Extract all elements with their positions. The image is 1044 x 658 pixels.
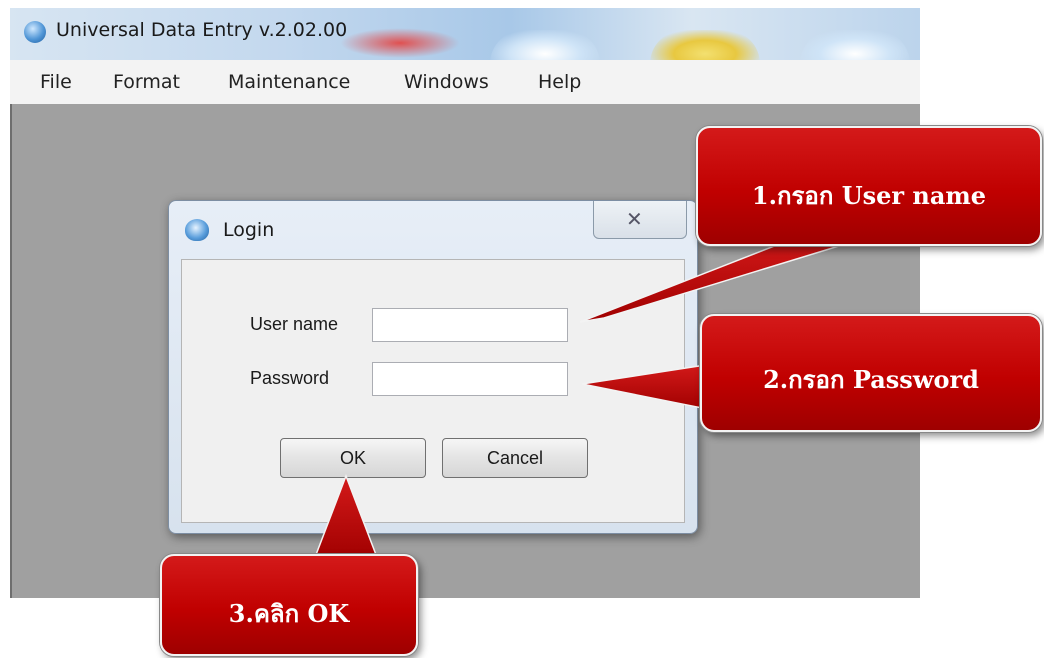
callout-step-3: 3.คลิก OK (160, 554, 418, 656)
callout-2-pointer (581, 363, 713, 411)
callout-step-3-text: 3.คลิก OK (228, 599, 350, 628)
callout-step-2: 2.กรอก Password (700, 314, 1042, 432)
callout-step-1: 1.กรอก User name (696, 126, 1042, 246)
callout-step-1-text: 1.กรอก User name (751, 181, 987, 210)
callout-step-2-text: 2.กรอก Password (763, 365, 979, 394)
callout-1-pointer (579, 235, 853, 323)
callout-3-pointer (312, 473, 380, 561)
